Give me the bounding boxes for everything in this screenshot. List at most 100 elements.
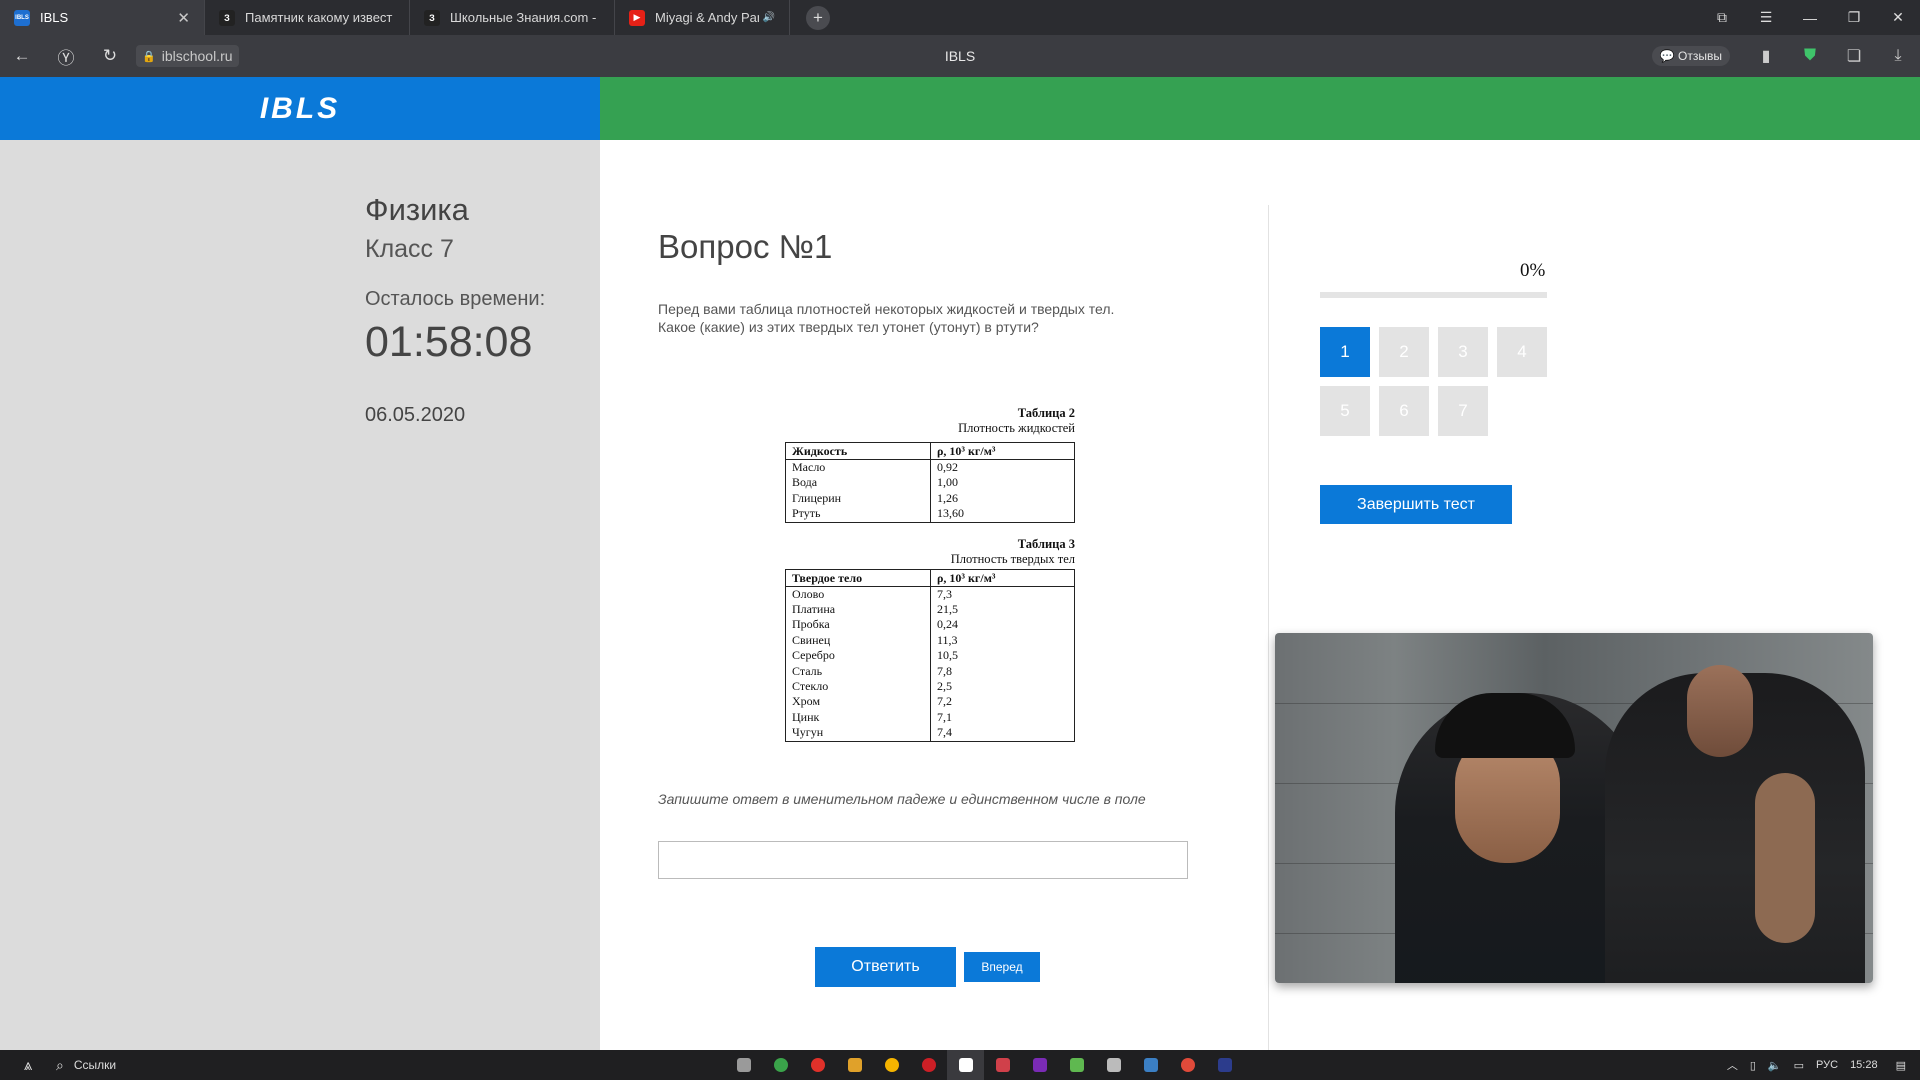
tab-favicon-icon: IBLS [14,9,30,26]
close-window-icon[interactable]: ✕ [1876,9,1920,26]
taskbar-app-icon[interactable] [762,1050,799,1080]
windows-taskbar: ⩓ ⌕ Ссылки ︿ ▯ 🔈 ▭ РУС 15:28 ▤ [0,1050,1920,1080]
answer-instruction: Запишите ответ в именительном падеже и е… [658,791,1146,807]
time-remaining-label: Осталось времени: [365,288,546,310]
taskbar-apps [725,1050,1243,1080]
taskbar-app-icon[interactable] [1169,1050,1206,1080]
question-nav-button-5[interactable]: 5 [1320,386,1370,436]
taskbar-search[interactable]: ⌕ Ссылки [56,1057,116,1074]
restore-icon[interactable]: ❐ [1832,9,1876,26]
table3-density-cell: 7,2 [937,694,952,709]
table2-row: Глицерин 1,26 [785,490,1075,507]
browser-tab[interactable]: IBLS IBLS ✕ [0,0,205,35]
question-text-line: Какое (какие) из этих твердых тел утонет… [658,319,1039,335]
taskbar-app-icon[interactable] [1058,1050,1095,1080]
tabs-menu-icon[interactable]: ⧉ [1700,9,1744,26]
url-text: iblschool.ru [161,48,233,64]
tray-chevron-icon[interactable]: ︿ [1727,1057,1738,1073]
taskbar-app-icon[interactable] [1095,1050,1132,1080]
next-button[interactable]: Вперед [964,952,1040,982]
test-date: 06.05.2020 [365,404,466,426]
table2-row: Вода 1,00 [785,475,1075,491]
table3-row: Серебро 10,5 [785,648,1075,664]
window-controls: ⧉ ☰ — ❐ ✕ [1700,0,1920,35]
question-nav-button-3[interactable]: 3 [1438,327,1488,377]
question-nav-button-2[interactable]: 2 [1379,327,1429,377]
taskbar-app-icon[interactable] [1206,1050,1243,1080]
table2-name-cell: Ртуть [785,506,931,523]
notifications-icon[interactable]: ▤ [1896,1059,1906,1072]
reviews-button[interactable]: 💬 Отзывы [1651,46,1730,66]
battery-icon[interactable]: ▯ [1750,1059,1756,1072]
tab-title: Miyagi & Andy Panc [655,10,759,25]
table3-name-cell: Пробка [785,617,931,633]
solids-density-table: Твердое тело ρ, 10³ кг/м³ Олово 7,3 Платин… [785,568,1075,742]
start-icon[interactable]: ⩓ [0,1057,56,1074]
table3-name-cell: Серебро [785,648,931,664]
table2-name-cell: Глицерин [785,490,931,507]
panel-divider [1268,205,1269,1050]
yandex-icon[interactable]: Ⓨ [44,44,88,69]
app-glyph-icon [1143,1058,1158,1072]
answer-button[interactable]: Ответить [815,947,956,987]
protect-shield-icon[interactable]: ⛊ [1788,47,1832,65]
taskbar-app-icon[interactable] [836,1050,873,1080]
table2-density-cell: 1,26 [937,490,958,505]
table2-caption: Таблица 2 [1017,406,1075,420]
bookmark-icon[interactable]: ▮ [1744,46,1788,66]
floating-video-player[interactable] [1275,633,1873,983]
back-icon[interactable]: ← [0,46,44,66]
app-glyph-icon [810,1058,825,1072]
taskbar-app-icon[interactable] [1021,1050,1058,1080]
taskbar-app-icon[interactable] [910,1050,947,1080]
taskbar-app-icon[interactable] [947,1050,984,1080]
table2-density-cell: 1,00 [937,475,958,490]
clock[interactable]: 15:28 [1850,1059,1878,1071]
table3-row: Пробка 0,24 [785,617,1075,633]
table3-density-cell: 7,1 [937,709,952,724]
table2-row: Ртуть 13,60 [785,506,1075,523]
url-field[interactable]: 🔒 iblschool.ru [136,45,239,67]
reload-icon[interactable]: ↻ [88,46,132,66]
browser-tab[interactable]: З Памятник какому извест [205,0,410,35]
extensions-icon[interactable]: ❏ [1832,46,1876,66]
question-nav-button-6[interactable]: 6 [1379,386,1429,436]
app-glyph-icon [847,1058,862,1072]
volume-icon[interactable]: 🔈 [1768,1059,1782,1072]
app-glyph-icon [1069,1058,1084,1072]
tab-audio-icon[interactable]: 🔊 [763,12,775,23]
browser-menu-icon[interactable]: ☰ [1744,9,1788,26]
table3-density-cell: 21,5 [937,602,958,617]
search-icon: ⌕ [56,1056,64,1073]
taskbar-app-icon[interactable] [725,1050,762,1080]
app-glyph-icon [884,1058,899,1072]
network-icon[interactable]: ▭ [1794,1059,1804,1072]
table3-name-cell: Стекло [785,679,931,695]
finish-test-button[interactable]: Завершить тест [1320,485,1512,524]
close-tab-icon[interactable]: ✕ [177,9,190,27]
question-nav-button-7[interactable]: 7 [1438,386,1488,436]
download-icon[interactable]: ⤓ [1876,47,1920,65]
new-tab-button[interactable]: + [806,5,830,30]
app-glyph-icon [1106,1058,1121,1072]
language-indicator[interactable]: РУС [1816,1059,1838,1071]
progress-bar [1320,292,1547,298]
question-nav-button-1[interactable]: 1 [1320,327,1370,377]
table2-name-cell: Масло [785,459,931,476]
answer-input[interactable] [658,841,1188,879]
question-navigator: 1234 567 [1320,327,1560,436]
table3-name-cell: Платина [785,602,931,618]
taskbar-app-icon[interactable] [799,1050,836,1080]
minimize-icon[interactable]: — [1788,10,1832,26]
table3-name-cell: Хром [785,694,931,710]
browser-tab[interactable]: З Школьные Знания.com - [410,0,615,35]
site-logo[interactable]: IBLS [260,92,340,126]
question-text-line: Перед вами таблица плотностей некоторых … [658,301,1115,317]
taskbar-app-icon[interactable] [873,1050,910,1080]
table3-name-cell: Сталь [785,663,931,680]
video-arm-right [1755,773,1815,943]
question-nav-button-4[interactable]: 4 [1497,327,1547,377]
taskbar-app-icon[interactable] [1132,1050,1169,1080]
browser-tab[interactable]: ▶ Miyagi & Andy Panc 🔊 [615,0,790,35]
taskbar-app-icon[interactable] [984,1050,1021,1080]
